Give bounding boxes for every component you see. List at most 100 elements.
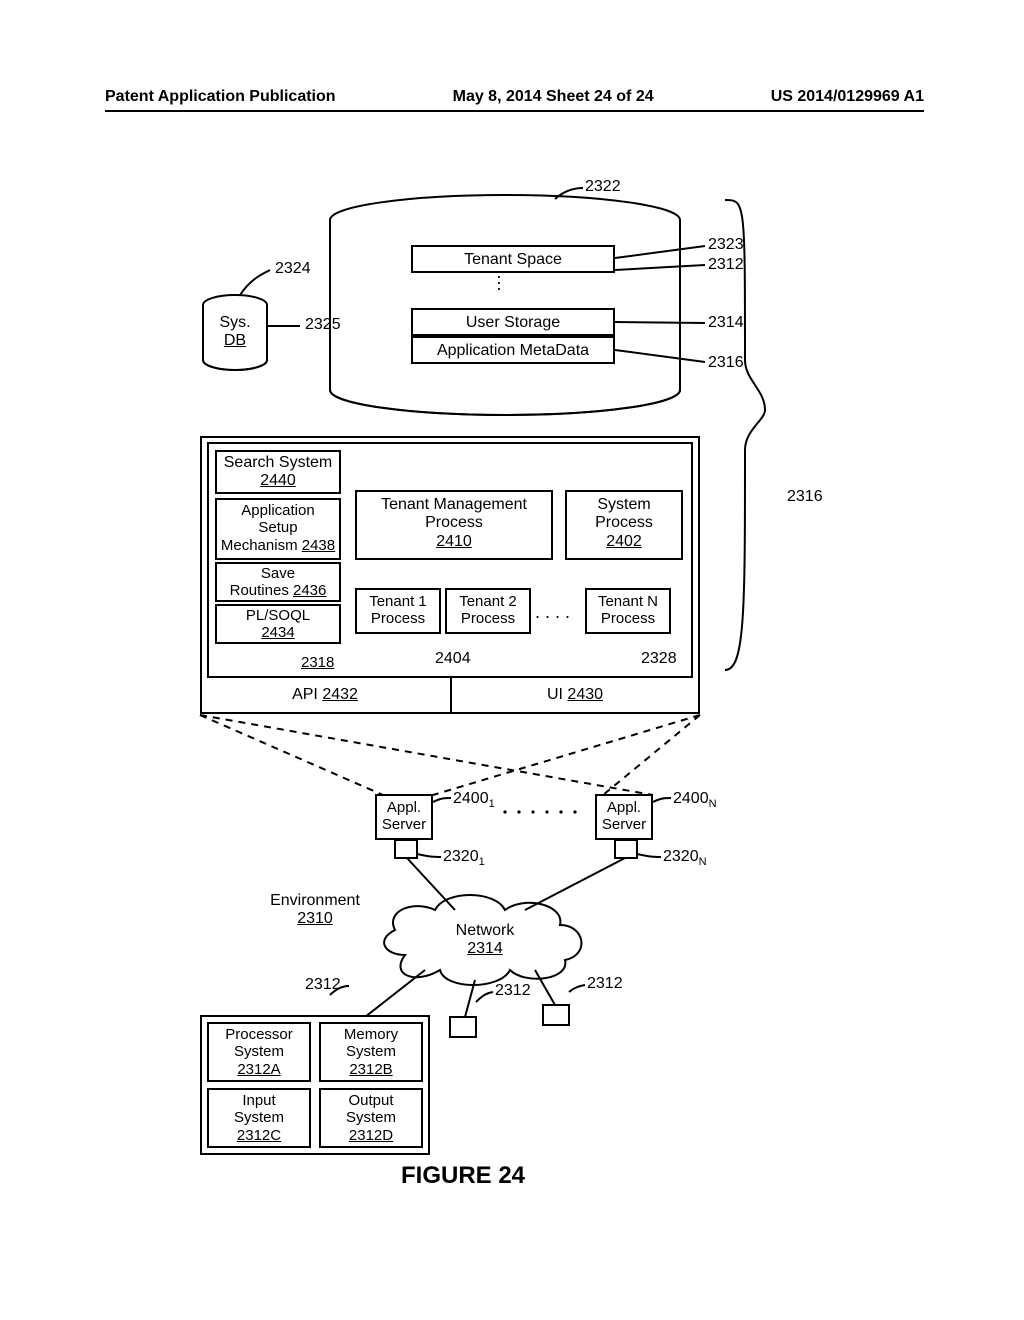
input-system-box: Input System 2312C <box>207 1088 311 1148</box>
routines-ref: 2436 <box>293 582 326 599</box>
save-routines-box: Save Routines 2436 <box>215 562 341 602</box>
net-l1: Network <box>456 922 515 939</box>
ref-2328: 2328 <box>641 650 677 668</box>
app-metadata-label: Application MetaData <box>437 342 589 359</box>
search-system-label: Search System <box>224 454 332 471</box>
ref-2400-1: 24001 <box>453 790 495 810</box>
proc-l2: System <box>234 1043 284 1060</box>
env-ref: 2310 <box>297 910 333 927</box>
ref-2312-mid: 2312 <box>495 982 531 1000</box>
sys-proc-l2: Process <box>595 514 653 531</box>
sysdb-label: DB <box>224 332 246 349</box>
ui-ref: 2430 <box>567 686 603 703</box>
ref-2320-1-num: 2320 <box>443 848 479 865</box>
sys-proc-ref: 2402 <box>606 533 642 550</box>
out-ref: 2312D <box>349 1127 393 1144</box>
api-cell: API 2432 <box>200 686 450 704</box>
tenantn-box: Tenant N Process <box>585 588 671 634</box>
search-system-ref: 2440 <box>260 472 296 489</box>
system-process-box: System Process 2402 <box>565 490 683 560</box>
ref-2400-1-num: 2400 <box>453 790 489 807</box>
t2-l1: Tenant 2 <box>459 593 517 610</box>
network-label: Network 2314 <box>435 922 535 959</box>
t1-l2: Process <box>371 610 425 627</box>
plsoql-ref: 2434 <box>261 624 294 641</box>
environment-label: Environment 2310 <box>255 892 375 929</box>
mem-l1: Memory <box>344 1026 398 1043</box>
ref-2323: 2323 <box>708 236 744 254</box>
ref-2316-top: 2316 <box>708 354 744 372</box>
tenant-space-ellipsis: ⋯ <box>488 274 509 293</box>
mem-ref: 2312B <box>349 1061 392 1078</box>
t1-l1: Tenant 1 <box>369 593 427 610</box>
ref-2322: 2322 <box>585 178 621 196</box>
tenant-space-label: Tenant Space <box>464 251 562 268</box>
in-ref: 2312C <box>237 1127 281 1144</box>
ref-2400-n-num: 2400 <box>673 790 709 807</box>
in-l2: System <box>234 1109 284 1126</box>
tenant-mgmt-l2: Process <box>425 514 483 531</box>
plsoql-label: PL/SOQL <box>246 607 310 624</box>
ref-2404: 2404 <box>435 650 471 668</box>
tenant2-box: Tenant 2 Process <box>445 588 531 634</box>
ref-2400-n: 2400N <box>673 790 717 810</box>
ref-2325: 2325 <box>305 316 341 334</box>
plsoql-box: PL/SOQL 2434 <box>215 604 341 644</box>
diagram-page: Tenant Space User Storage Application Me… <box>105 110 924 1280</box>
output-system-box: Output System 2312D <box>319 1088 423 1148</box>
appl-server-1: Appl. Server <box>375 794 433 840</box>
proc-ref: 2312A <box>237 1061 280 1078</box>
ref-2324: 2324 <box>275 260 311 278</box>
appl-server-n: Appl. Server <box>595 794 653 840</box>
memory-system-box: Memory System 2312B <box>319 1022 423 1082</box>
header-center: May 8, 2014 Sheet 24 of 24 <box>453 88 654 106</box>
page-header: Patent Application Publication May 8, 20… <box>0 88 1024 106</box>
sys-proc-l1: System <box>597 496 650 513</box>
app-setup-l1: Application <box>241 502 314 519</box>
net-ref: 2314 <box>467 940 503 957</box>
ref-2320-1: 23201 <box>443 848 485 868</box>
search-system-box: Search System 2440 <box>215 450 341 494</box>
apis-ref: 2318 <box>301 654 334 671</box>
ref-2312-top: 2312 <box>708 256 744 274</box>
mem-l2: System <box>346 1043 396 1060</box>
tenant-mgmt-ref: 2410 <box>436 533 472 550</box>
sys-label: Sys. <box>219 314 250 331</box>
proc-l1: Processor <box>225 1026 293 1043</box>
tenant-mgmt-box: Tenant Management Process 2410 <box>355 490 553 560</box>
processor-system-box: Processor System 2312A <box>207 1022 311 1082</box>
ref-2320-n-num: 2320 <box>663 848 699 865</box>
appl1-l1: Appl. <box>387 799 421 816</box>
api-ref: 2432 <box>322 686 358 703</box>
ui-label: UI <box>547 686 563 703</box>
tenant-ellipsis: . . . . <box>535 602 570 623</box>
env-l1: Environment <box>270 892 360 909</box>
tn-l2: Process <box>601 610 655 627</box>
user-storage-label: User Storage <box>466 314 560 331</box>
ref-2312-left: 2312 <box>305 976 341 994</box>
tenant1-box: Tenant 1 Process <box>355 588 441 634</box>
ref-2312-right: 2312 <box>587 975 623 993</box>
apis-ref-label: 2318 <box>301 654 334 671</box>
tn-l1: Tenant N <box>598 593 658 610</box>
header-left: Patent Application Publication <box>105 88 336 106</box>
app-setup-l3: Mechanism <box>221 537 298 554</box>
app-setup-box: Application Setup Mechanism 2438 <box>215 498 341 560</box>
api-label: API <box>292 686 318 703</box>
ref-2314-top: 2314 <box>708 314 744 332</box>
ref-2316-brace: 2316 <box>787 488 823 506</box>
tenant-mgmt-l1: Tenant Management <box>381 496 527 513</box>
app-setup-l2: Setup <box>258 519 297 536</box>
app-metadata-box: Application MetaData <box>411 336 615 364</box>
figure-title: FIGURE 24 <box>401 1162 525 1190</box>
out-l2: System <box>346 1109 396 1126</box>
ref-2320-n: 2320N <box>663 848 707 868</box>
save-label: Save <box>261 565 295 582</box>
sys-db-label: Sys. DB <box>213 314 257 351</box>
appln-l1: Appl. <box>607 799 641 816</box>
header-right: US 2014/0129969 A1 <box>771 88 924 106</box>
ui-cell: UI 2430 <box>450 686 700 704</box>
in-l1: Input <box>242 1092 275 1109</box>
appl1-l2: Server <box>382 816 426 833</box>
out-l1: Output <box>348 1092 393 1109</box>
